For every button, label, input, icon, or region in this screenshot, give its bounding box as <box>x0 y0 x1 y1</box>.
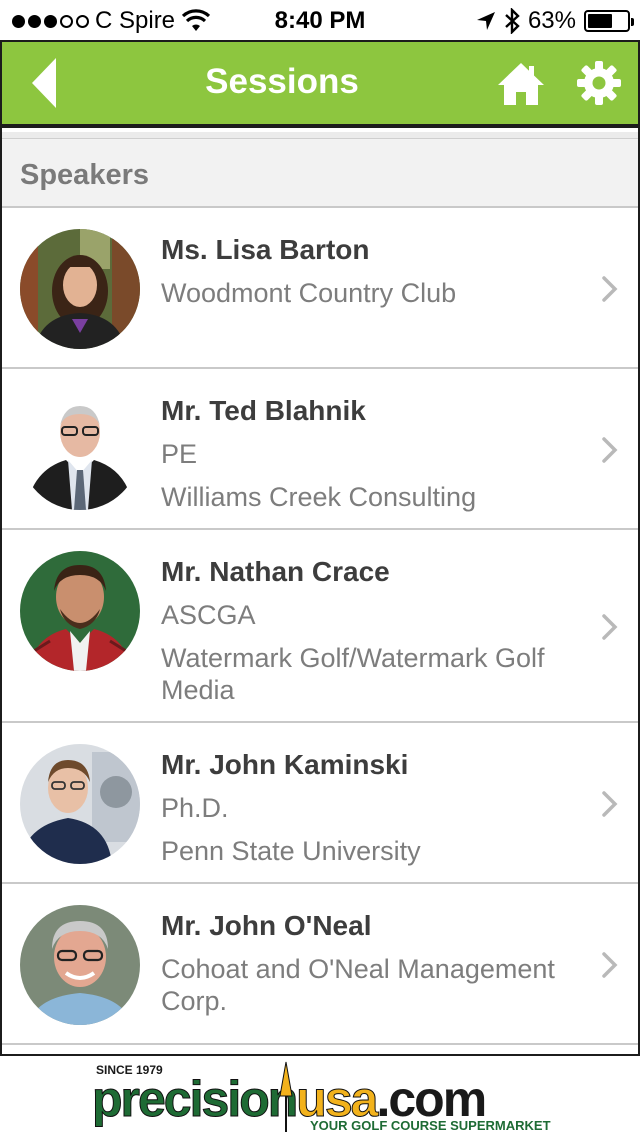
section-title: Speakers <box>20 159 149 191</box>
speaker-organization: Cohoat and O'Neal Management <box>161 954 555 984</box>
speaker-row-ted-blahnik[interactable]: Mr. Ted Blahnik PE Williams Creek Consul… <box>2 369 638 530</box>
speaker-name: Mr. John O'Neal <box>161 910 372 941</box>
speaker-name: Mr. Ted Blahnik <box>161 395 366 426</box>
speaker-name: Mr. Nathan Crace <box>161 556 390 587</box>
speaker-organization: Watermark Golf/Watermark Golf <box>161 643 545 673</box>
speaker-title: ASCGA <box>161 600 256 630</box>
battery-percent: 63% <box>527 7 576 34</box>
speaker-organization: Penn State University <box>161 836 421 866</box>
gear-icon[interactable] <box>576 60 622 106</box>
brand-precision-text: precision <box>92 1071 296 1127</box>
speaker-title: PE <box>161 439 198 469</box>
speaker-title: Ph.D. <box>161 793 229 823</box>
avatar <box>20 905 140 1025</box>
battery-icon <box>584 10 634 32</box>
speaker-organization: Williams Creek Consulting <box>161 482 477 512</box>
speaker-name: Mr. John Kaminski <box>161 749 409 780</box>
speaker-organization-continued: Corp. <box>161 986 228 1016</box>
chevron-right-icon <box>602 276 618 302</box>
avatar <box>20 229 140 349</box>
chevron-right-icon <box>602 952 618 978</box>
status-right: 63% <box>476 7 634 35</box>
chevron-right-icon <box>602 791 618 817</box>
speaker-row-john-kaminski[interactable]: Mr. John Kaminski Ph.D. Penn State Unive… <box>2 723 638 884</box>
speaker-info: Ms. Lisa Barton Woodmont Country Club <box>161 234 568 309</box>
precisionusa-logo[interactable]: SINCE 1979 precisionusa.com YOUR GOLF CO… <box>92 1060 552 1134</box>
speaker-info: Mr. John O'Neal Cohoat and O'Neal Manage… <box>161 910 568 1017</box>
footer-ad-banner[interactable]: SINCE 1979 precisionusa.com YOUR GOLF CO… <box>0 1056 640 1136</box>
bluetooth-icon <box>505 8 520 34</box>
chevron-right-icon <box>602 437 618 463</box>
tagline-text: YOUR GOLF COURSE SUPERMARKET <box>310 1118 551 1133</box>
location-arrow-icon <box>476 12 495 30</box>
speaker-organization: Woodmont Country Club <box>161 278 457 308</box>
speaker-name: Ms. Lisa Barton <box>161 234 370 265</box>
avatar <box>20 551 140 671</box>
chevron-right-icon <box>602 614 618 640</box>
speaker-info: Mr. John Kaminski Ph.D. Penn State Unive… <box>161 749 568 867</box>
speaker-row-john-oneal[interactable]: Mr. John O'Neal Cohoat and O'Neal Manage… <box>2 884 638 1045</box>
page-title: Sessions <box>205 62 359 101</box>
status-bar: C Spire 8:40 PM 63% <box>0 0 640 40</box>
speaker-info: Mr. Nathan Crace ASCGA Watermark Golf/Wa… <box>161 556 568 706</box>
speaker-row-lisa-barton[interactable]: Ms. Lisa Barton Woodmont Country Club <box>2 208 638 369</box>
navigation-bar: Sessions <box>2 42 638 128</box>
home-icon[interactable] <box>496 60 546 108</box>
avatar <box>20 744 140 864</box>
avatar <box>20 390 140 510</box>
speaker-list: Ms. Lisa Barton Woodmont Country Club Mr… <box>2 208 638 1045</box>
speaker-organization-continued: Media <box>161 675 235 705</box>
speaker-row-nathan-crace[interactable]: Mr. Nathan Crace ASCGA Watermark Golf/Wa… <box>2 530 638 723</box>
app-frame: Sessions Speakers Ms. Lisa Barton Woodmo… <box>0 40 640 1056</box>
section-header: Speakers <box>2 138 638 208</box>
speaker-info: Mr. Ted Blahnik PE Williams Creek Consul… <box>161 395 568 513</box>
